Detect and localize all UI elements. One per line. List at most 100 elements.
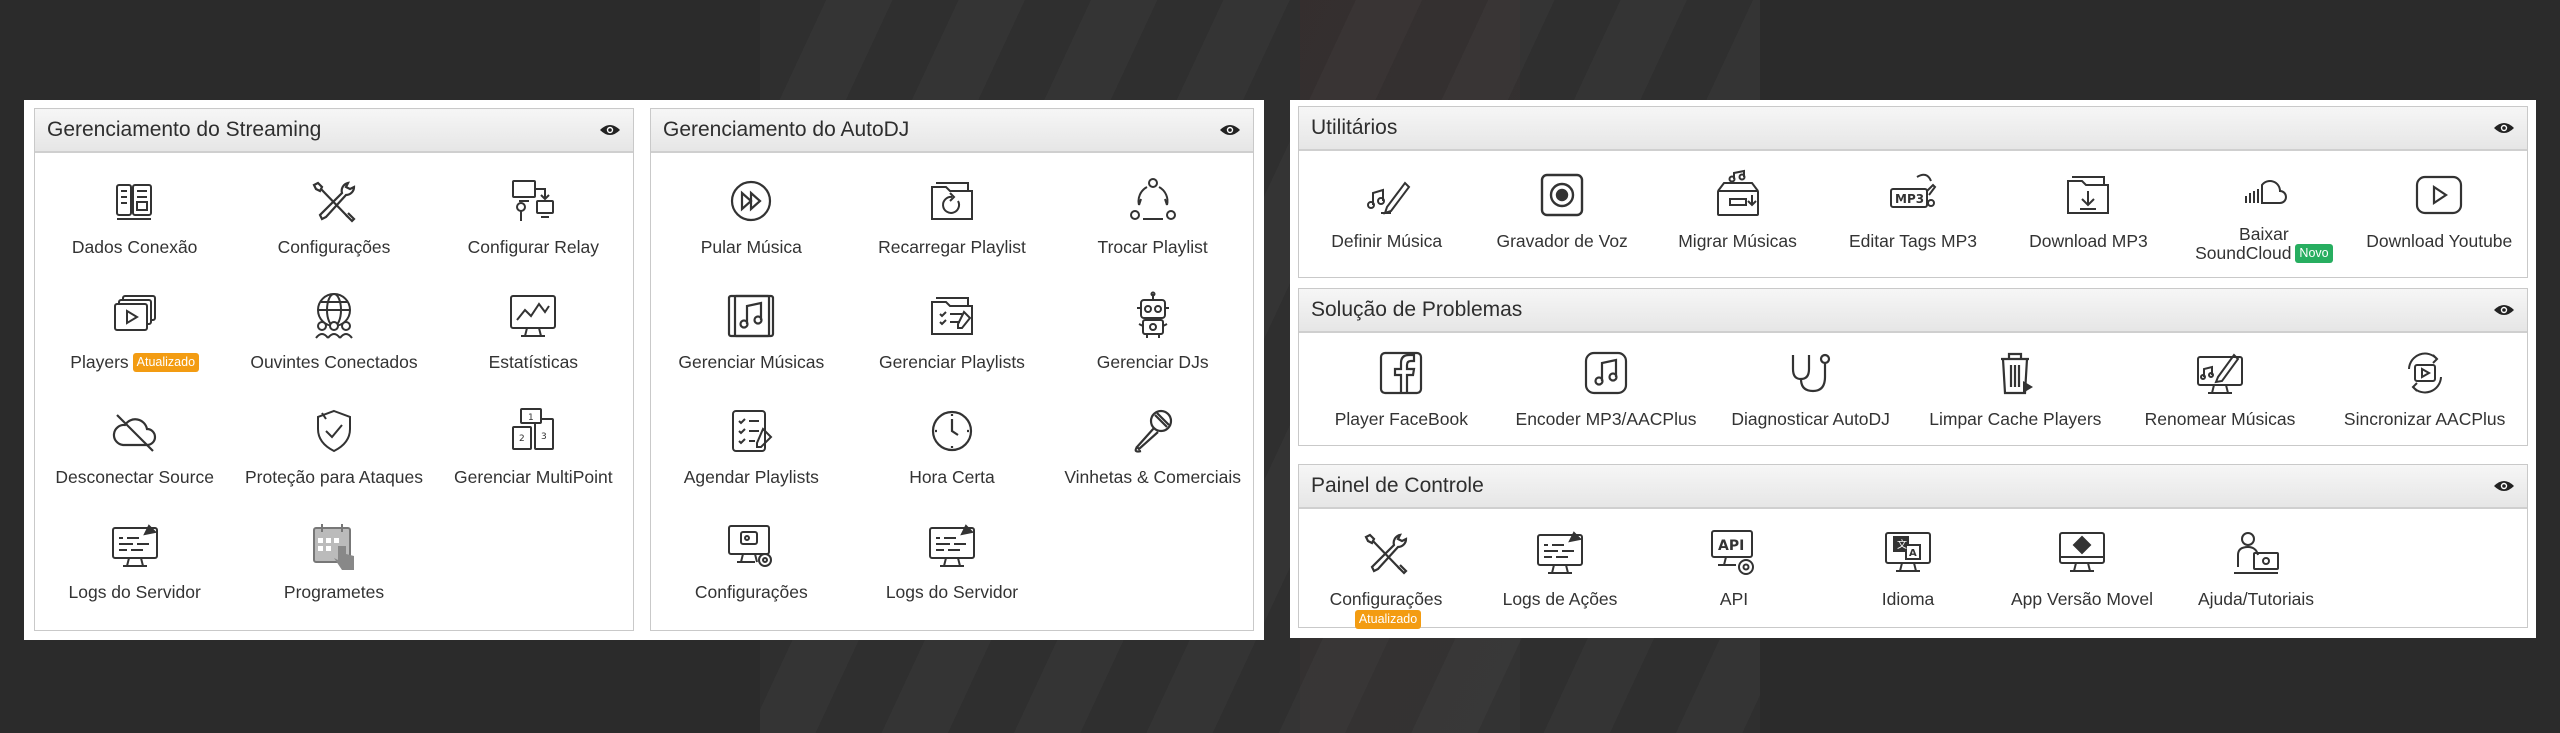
troubleshooting-item-diagnosticar-autodj[interactable]: Diagnosticar AutoDJ [1708, 347, 1913, 429]
utilities-item-download-mp3[interactable]: Download MP3 [2001, 169, 2176, 263]
autodj-item-hora-certa[interactable]: Hora Certa [852, 405, 1053, 520]
statistics-monitor-icon [507, 290, 559, 342]
streaming-item-configuracoes[interactable]: Configurações [234, 175, 433, 290]
autodj-item-logs-servidor[interactable]: Logs do Servidor [852, 520, 1053, 635]
right-panels-container: Utilitários Definir Música Gravador de V… [1290, 100, 2536, 638]
utilities-row: Definir Música Gravador de Voz Migrar Mú… [1299, 151, 2527, 263]
eye-icon[interactable] [1219, 123, 1241, 137]
control-item-app-versao-movel[interactable]: App Versão Movel [1995, 527, 2169, 629]
item-label: Players Atualizado [70, 352, 200, 372]
streaming-item-configurar-relay[interactable]: Configurar Relay [434, 175, 633, 290]
fast-forward-icon [725, 175, 777, 227]
control-item-ajuda-tutoriais[interactable]: Ajuda/Tutoriais [2169, 527, 2343, 629]
autodj-item-gerenciar-musicas[interactable]: Gerenciar Músicas [651, 290, 852, 405]
video-player-icon [109, 290, 161, 342]
facebook-icon [1375, 347, 1427, 399]
trash-icon [1989, 347, 2041, 399]
utilities-item-baixar-soundcloud[interactable]: Baixar SoundCloud Novo [2176, 169, 2351, 263]
item-label: Pular Música [700, 237, 802, 257]
item-label: Gerenciar MultiPoint [454, 467, 613, 487]
streaming-item-gerenciar-multipoint[interactable]: 1 2 3 Gerenciar MultiPoint [434, 405, 633, 520]
utilities-panel-header: Utilitários [1299, 107, 2527, 151]
autodj-panel-header: Gerenciamento do AutoDJ [651, 109, 1253, 153]
autodj-item-agendar-playlists[interactable]: Agendar Playlists [651, 405, 852, 520]
streaming-item-protecao-ataques[interactable]: Proteção para Ataques [234, 405, 433, 520]
download-folder-icon [2062, 169, 2114, 221]
eye-icon[interactable] [599, 123, 621, 137]
autodj-item-vinhetas-comerciais[interactable]: Vinhetas & Comerciais [1052, 405, 1253, 520]
streaming-item-players[interactable]: Players Atualizado [35, 290, 234, 405]
control-panel-row: ConfiguraçõesAtualizado Logs de Ações AP… [1299, 509, 2527, 629]
autodj-item-gerenciar-djs[interactable]: Gerenciar DJs [1052, 290, 1253, 405]
status-badge: Atualizado [132, 353, 200, 372]
control-item-api[interactable]: API API [1647, 527, 1821, 629]
troubleshooting-row: Player FaceBook Encoder MP3/AACPlus Diag… [1299, 333, 2527, 429]
panel-title: Utilitários [1311, 116, 1398, 139]
item-label: Agendar Playlists [683, 467, 819, 487]
eye-icon[interactable] [2493, 479, 2515, 493]
streaming-item-dados-conexao[interactable]: Dados Conexão [35, 175, 234, 290]
clock-icon [926, 405, 978, 457]
control-item-idioma[interactable]: 文A Idioma [1821, 527, 1995, 629]
item-label-text: Players [70, 352, 129, 372]
utilities-item-gravador-voz[interactable]: Gravador de Voz [1474, 169, 1649, 263]
svg-text:A: A [1909, 548, 1917, 559]
item-label: Gerenciar DJs [1096, 352, 1209, 372]
item-label: ConfiguraçõesAtualizado [1299, 589, 1473, 629]
streaming-item-ouvintes-conectados[interactable]: Ouvintes Conectados [234, 290, 433, 405]
multipoint-icon: 1 2 3 [507, 405, 559, 457]
streaming-item-programetes[interactable]: Programetes [234, 520, 433, 635]
streaming-item-logs-servidor[interactable]: Logs do Servidor [35, 520, 234, 635]
swap-playlist-icon [1127, 175, 1179, 227]
autodj-item-pular-musica[interactable]: Pular Música [651, 175, 852, 290]
item-label: Download MP3 [2029, 231, 2148, 251]
eye-icon[interactable] [2493, 303, 2515, 317]
item-label: Encoder MP3/AACPlus [1515, 409, 1697, 429]
autodj-item-trocar-playlist[interactable]: Trocar Playlist [1052, 175, 1253, 290]
control-panel-header: Painel de Controle [1299, 465, 2527, 509]
utilities-item-editar-tags-mp3[interactable]: MP3 Editar Tags MP3 [1825, 169, 2000, 263]
item-label-text: Configurações [1329, 589, 1443, 609]
autodj-panel: Gerenciamento do AutoDJ Pular Música Rec… [650, 108, 1254, 631]
autodj-item-recarregar-playlist[interactable]: Recarregar Playlist [852, 175, 1053, 290]
utilities-item-definir-musica[interactable]: Definir Música [1299, 169, 1474, 263]
streaming-item-estatisticas[interactable]: Estatísticas [434, 290, 633, 405]
control-item-configuracoes[interactable]: ConfiguraçõesAtualizado [1299, 527, 1473, 629]
item-label-line2: SoundCloud [2195, 243, 2292, 263]
utilities-panel: Utilitários Definir Música Gravador de V… [1298, 106, 2528, 278]
troubleshooting-item-sincronizar-aacplus[interactable]: Sincronizar AACPlus [2322, 347, 2527, 429]
item-label: Download Youtube [2366, 231, 2513, 251]
autodj-grid: Pular Música Recarregar Playlist Trocar … [651, 153, 1253, 635]
music-file-icon [1580, 347, 1632, 399]
svg-text:3: 3 [541, 432, 547, 442]
item-label: Editar Tags MP3 [1848, 231, 1978, 251]
autodj-item-configuracoes[interactable]: Configurações [651, 520, 852, 635]
item-label: Trocar Playlist [1097, 237, 1208, 257]
utilities-item-migrar-musicas[interactable]: Migrar Músicas [1650, 169, 1825, 263]
item-label: Diagnosticar AutoDJ [1731, 409, 1890, 429]
mp3-tag-icon: MP3 [1887, 169, 1939, 221]
autodj-item-gerenciar-playlists[interactable]: Gerenciar Playlists [852, 290, 1053, 405]
item-label: Renomear Músicas [2144, 409, 2296, 429]
item-label: Recarregar Playlist [878, 237, 1026, 257]
svg-text:2: 2 [519, 434, 525, 444]
music-album-icon [725, 290, 777, 342]
streaming-grid: Dados Conexão Configurações Configurar R… [35, 153, 633, 635]
cloud-off-icon [109, 405, 161, 457]
troubleshooting-item-limpar-cache[interactable]: Limpar Cache Players [1913, 347, 2118, 429]
streaming-item-desconectar-source[interactable]: Desconectar Source [35, 405, 234, 520]
server-log-icon [1534, 527, 1586, 579]
troubleshooting-item-renomear-musicas[interactable]: Renomear Músicas [2118, 347, 2323, 429]
item-label: Logs de Ações [1502, 589, 1618, 609]
new-badge: Novo [2295, 244, 2333, 263]
troubleshooting-item-player-facebook[interactable]: Player FaceBook [1299, 347, 1504, 429]
control-item-logs-acoes[interactable]: Logs de Ações [1473, 527, 1647, 629]
monitor-gear-icon [725, 520, 777, 572]
eye-icon[interactable] [2493, 121, 2515, 135]
soundcloud-icon [2238, 169, 2290, 221]
troubleshooting-panel: Solução de Problemas Player FaceBook Enc… [1298, 288, 2528, 446]
svg-text:文: 文 [1897, 538, 1907, 551]
troubleshooting-item-encoder[interactable]: Encoder MP3/AACPlus [1504, 347, 1709, 429]
utilities-item-download-youtube[interactable]: Download Youtube [2352, 169, 2527, 263]
shield-icon [308, 405, 360, 457]
